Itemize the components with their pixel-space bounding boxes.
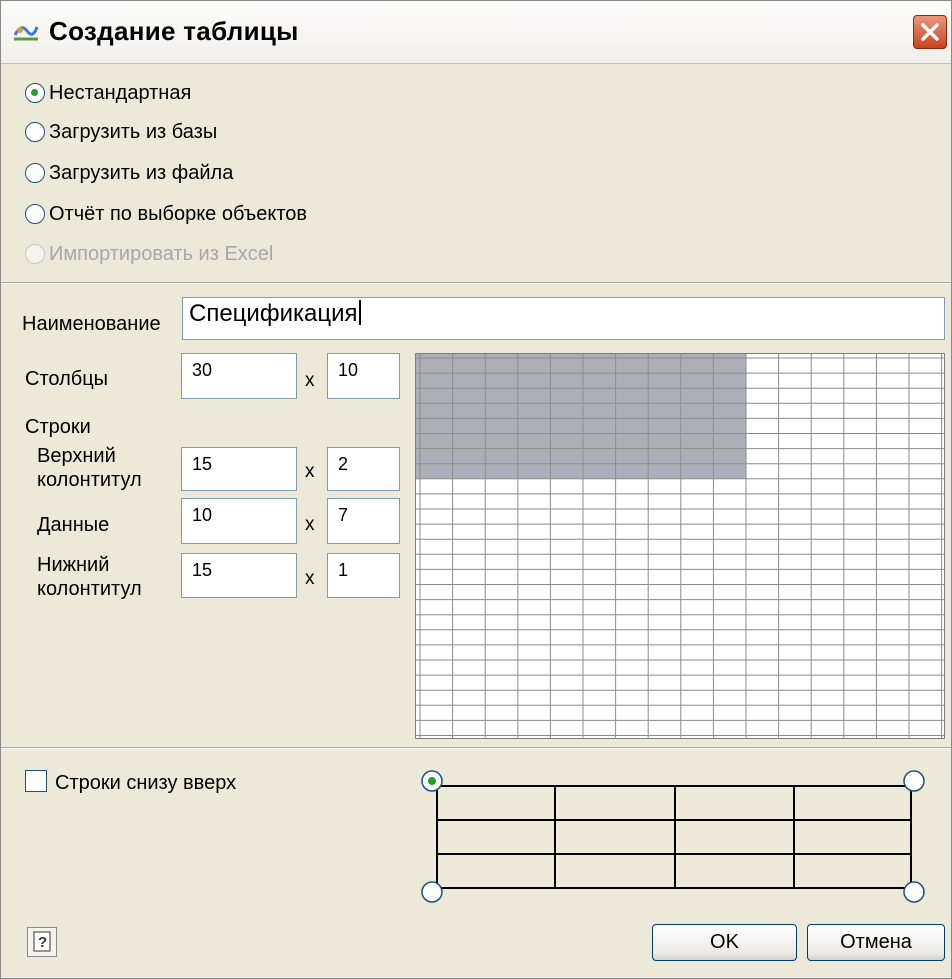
origin-top-right[interactable] [903,770,925,792]
rows-label: Строки [25,416,91,438]
columns-count-input[interactable]: 30 [181,353,297,399]
table-grid-preview[interactable] [415,353,945,739]
separator [1,282,951,284]
help-button[interactable]: ? [27,927,57,957]
close-icon [921,23,939,41]
name-label: Наименование [22,313,161,335]
option-selection-report-label: Отчёт по выборке объектов [49,202,308,225]
name-input[interactable]: Спецификация [182,297,945,340]
title-bar: Создание таблицы [1,1,951,64]
origin-selected-dot [428,777,436,785]
origin-bottom-right[interactable] [903,881,925,903]
option-custom-label: Нестандартная [49,81,192,104]
footer-height-input[interactable]: 1 [327,553,400,598]
columns-label: Столбцы [25,368,109,390]
header-label: Верхний колонтитул [37,445,142,491]
bottom-up-checkbox[interactable] [25,770,47,792]
separator [1,747,951,749]
app-icon [13,26,39,41]
cancel-button[interactable]: Отмена [807,924,945,961]
footer-label: Нижний колонтитул [37,554,142,600]
data-height-input[interactable]: 7 [327,498,400,544]
origin-corner-diagram[interactable] [416,765,946,911]
header-rows-input[interactable]: 15 [181,447,297,491]
name-input-value: Спецификация [189,300,358,327]
create-table-dialog: Создание таблицы Нестандартная Загрузить… [0,0,952,979]
help-icon: ? [33,931,51,952]
option-load-from-db[interactable]: Загрузить из базы [25,119,217,145]
radio-load-from-db[interactable] [25,122,45,142]
window-title: Создание таблицы [49,16,299,46]
grid-preview-svg [416,354,944,738]
columns-x-sign: x [305,370,315,391]
header-x-sign: x [305,461,315,482]
option-selection-report[interactable]: Отчёт по выборке объектов [25,201,307,227]
option-load-from-file-label: Загрузить из файла [49,161,234,184]
bottom-up-label: Строки снизу вверх [55,772,237,794]
option-import-excel-label: Импортировать из Excel [49,242,274,265]
data-label: Данные [37,514,110,536]
data-rows-input[interactable]: 10 [181,498,297,544]
radio-custom[interactable] [25,83,45,103]
svg-text:?: ? [38,934,47,951]
close-button[interactable] [913,15,947,49]
ok-button[interactable]: OK [652,924,797,961]
footer-rows-input[interactable]: 15 [181,553,297,598]
origin-bottom-left[interactable] [421,881,443,903]
text-caret [358,300,361,325]
option-load-from-db-label: Загрузить из базы [49,120,218,143]
radio-selection-report[interactable] [25,204,45,224]
radio-load-from-file[interactable] [25,163,45,183]
option-load-from-file[interactable]: Загрузить из файла [25,160,233,186]
option-custom[interactable]: Нестандартная [25,80,191,106]
option-import-excel: Импортировать из Excel [25,241,273,267]
data-x-sign: x [305,514,315,535]
radio-import-excel [25,244,45,264]
header-height-input[interactable]: 2 [327,447,400,491]
columns-width-input[interactable]: 10 [327,353,400,399]
footer-x-sign: x [305,568,315,589]
